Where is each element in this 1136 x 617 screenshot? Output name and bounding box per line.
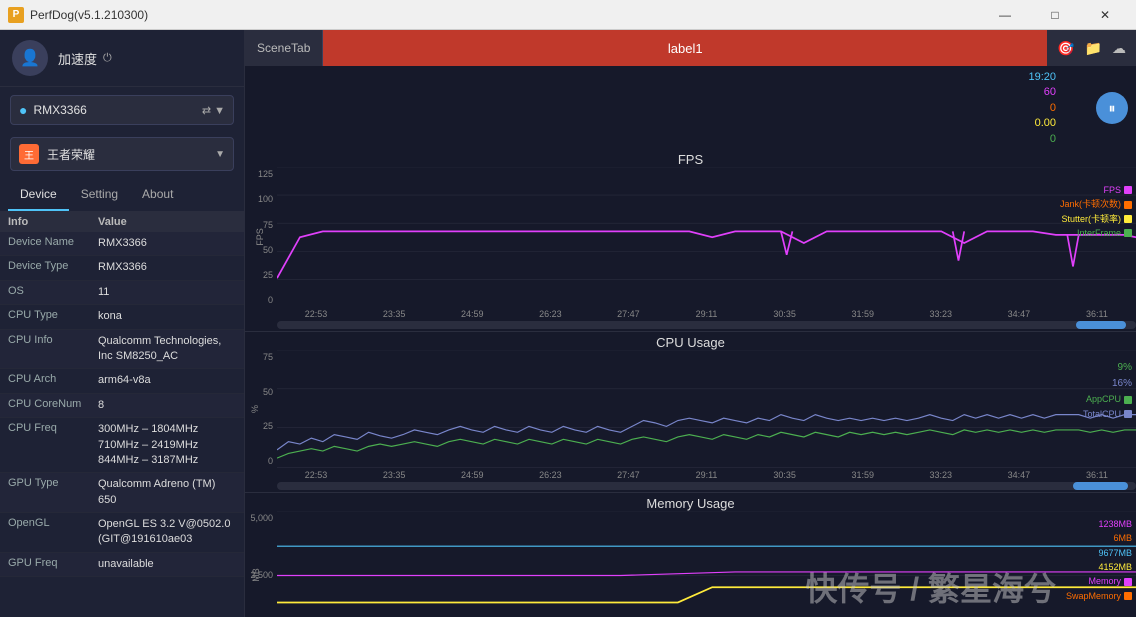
sidebar: 👤 加速度 ⏻ ● RMX3366 ⇄ ▼ 王 王者荣耀 ▼ Device Se… xyxy=(0,30,245,617)
controls-row: 19:20 60 0 0.00 0 ⏸ xyxy=(245,66,1136,149)
memory-val4: 4152MB xyxy=(1066,560,1132,574)
app-selector[interactable]: 王 王者荣耀 ▼ xyxy=(10,137,234,171)
folder-icon[interactable]: 📁 xyxy=(1085,40,1102,57)
top-bar: SceneTab label1 🎯 📁 ☁ xyxy=(245,30,1136,66)
fps-legend-fps: FPS xyxy=(1060,183,1132,197)
fps-scroll-thumb[interactable] xyxy=(1076,321,1126,329)
info-row: CPU CoreNum8 xyxy=(0,394,244,418)
cpu-chart-body: 9% 16% AppCPU TotalCPU xyxy=(277,350,1136,468)
memory-chart-container: 5,0002,5000 MB xyxy=(245,511,1136,617)
info-row: CPU Freq300MHz – 1804MHz 710MHz – 2419MH… xyxy=(0,418,244,473)
memory-legend: 1238MB 6MB 9677MB 4152MB Memory SwapMemo… xyxy=(1066,517,1132,603)
title-bar: P PerfDog(v5.1.210300) — □ ✕ xyxy=(0,0,1136,30)
info-row: GPU TypeQualcomm Adreno (TM) 650 xyxy=(0,473,244,513)
memory-axis-label: MB xyxy=(251,569,261,583)
target-icon[interactable]: 🎯 xyxy=(1057,40,1074,57)
main-container: 👤 加速度 ⏻ ● RMX3366 ⇄ ▼ 王 王者荣耀 ▼ Device Se… xyxy=(0,30,1136,617)
info-row: OpenGLOpenGL ES 3.2 V@0502.0 (GIT@191610… xyxy=(0,513,244,553)
time-value: 19:20 xyxy=(1028,70,1056,85)
fps-legend-jank: Jank(卡顿次数) xyxy=(1060,197,1132,211)
info-col-header: Info xyxy=(8,216,98,228)
tab-about[interactable]: About xyxy=(130,179,185,211)
cpu-scroll-track[interactable] xyxy=(277,482,1136,490)
memory-chart-section: Memory Usage 5,0002,5000 MB xyxy=(245,493,1136,617)
window-controls: — □ ✕ xyxy=(982,0,1128,30)
cpu-axis-label: % xyxy=(250,405,260,413)
cpu-chart-container: 7550250 % xyxy=(245,350,1136,468)
device-name: RMX3366 xyxy=(33,103,201,117)
cpu-total-stat: 16% xyxy=(1083,376,1132,392)
device-arrows-icon: ⇄ ▼ xyxy=(202,104,225,117)
pause-button[interactable]: ⏸ xyxy=(1096,92,1128,124)
cpu-legend: 9% 16% AppCPU TotalCPU xyxy=(1083,360,1132,421)
fps-scroll-track[interactable] xyxy=(277,321,1136,329)
label-bar: label1 xyxy=(323,30,1047,66)
cpu-scroll-thumb[interactable] xyxy=(1073,482,1128,490)
fps-legend-interframe: InterFrame xyxy=(1060,226,1132,240)
memory-chart-svg xyxy=(277,511,1136,617)
info-header-row: Info Value xyxy=(0,212,244,232)
val2: 0 xyxy=(1028,101,1056,116)
tab-device[interactable]: Device xyxy=(8,179,69,211)
memory-chart-title: Memory Usage xyxy=(245,493,1136,511)
info-row: CPU InfoQualcomm Technologies, Inc SM825… xyxy=(0,330,244,370)
app-chevron-icon: ▼ xyxy=(215,149,225,160)
fps-chart-svg xyxy=(277,167,1136,307)
cpu-legend-total: TotalCPU xyxy=(1083,407,1132,421)
memory-chart-body: 1238MB 6MB 9677MB 4152MB Memory SwapMemo… xyxy=(277,511,1136,617)
memory-val1: 1238MB xyxy=(1066,517,1132,531)
minimize-button[interactable]: — xyxy=(982,0,1028,30)
avatar: 👤 xyxy=(12,40,48,76)
fps-legend-stutter: Stutter(卡顿率) xyxy=(1060,212,1132,226)
tab-bar: Device Setting About xyxy=(0,179,244,212)
memory-val3: 9677MB xyxy=(1066,546,1132,560)
cpu-app-stat: 9% xyxy=(1083,360,1132,376)
top-bar-icons: 🎯 📁 ☁ xyxy=(1047,30,1136,66)
title-text: PerfDog(v5.1.210300) xyxy=(30,8,982,22)
cpu-chart-title: CPU Usage xyxy=(245,332,1136,350)
app-game-icon: 王 xyxy=(19,144,39,164)
cpu-chart-section: CPU Usage 7550250 % xyxy=(245,332,1136,493)
val3: 0.00 xyxy=(1028,116,1056,131)
cpu-legend-app: AppCPU xyxy=(1083,392,1132,406)
memory-val2: 6MB xyxy=(1066,531,1132,545)
content-area: SceneTab label1 🎯 📁 ☁ 19:20 60 0 0.00 0 … xyxy=(245,30,1136,617)
memory-y-axis: 5,0002,5000 xyxy=(245,511,277,617)
app-icon: P xyxy=(8,7,24,23)
fps-chart-body: FPS Jank(卡顿次数) Stutter(卡顿率) xyxy=(277,167,1136,307)
value-col-header: Value xyxy=(98,216,236,228)
fps-axis-label: FPS xyxy=(255,228,265,246)
info-row: CPU Typekona xyxy=(0,305,244,329)
close-button[interactable]: ✕ xyxy=(1082,0,1128,30)
device-selector[interactable]: ● RMX3366 ⇄ ▼ xyxy=(10,95,234,125)
info-table: Info Value Device NameRMX3366Device Type… xyxy=(0,212,244,617)
info-row: Device TypeRMX3366 xyxy=(0,256,244,280)
val4: 0 xyxy=(1028,132,1056,147)
app-name: 王者荣耀 xyxy=(47,146,207,163)
fps-stats: 19:20 60 0 0.00 0 xyxy=(1028,70,1056,147)
power-icon[interactable]: ⏻ xyxy=(103,52,112,65)
cpu-x-axis: 22:53 23:35 24:59 26:23 27:47 29:11 30:3… xyxy=(245,468,1136,482)
charts-area: FPS 1251007550250 FPS xyxy=(245,149,1136,617)
info-row: Device NameRMX3366 xyxy=(0,232,244,256)
fps-x-axis: 22:53 23:35 24:59 26:23 27:47 29:11 30:3… xyxy=(245,307,1136,321)
cpu-chart-svg xyxy=(277,350,1136,468)
sidebar-header: 👤 加速度 ⏻ xyxy=(0,30,244,87)
device-status-dot: ● xyxy=(19,102,27,118)
maximize-button[interactable]: □ xyxy=(1032,0,1078,30)
memory-legend-mem: Memory xyxy=(1066,574,1132,588)
info-row: CPU Archarm64-v8a xyxy=(0,369,244,393)
fps-chart-container: 1251007550250 FPS xyxy=(245,167,1136,307)
fps-legend: FPS Jank(卡顿次数) Stutter(卡顿率) xyxy=(1060,183,1132,241)
fps-value: 60 xyxy=(1028,85,1056,100)
info-row: GPU Frequnavailable xyxy=(0,553,244,577)
fps-chart-title: FPS xyxy=(245,149,1136,167)
scene-tab[interactable]: SceneTab xyxy=(245,30,323,66)
tab-setting[interactable]: Setting xyxy=(69,179,130,211)
memory-legend-swap: SwapMemory xyxy=(1066,589,1132,603)
cloud-icon[interactable]: ☁ xyxy=(1112,40,1126,57)
username: 加速度 ⏻ xyxy=(58,49,112,68)
fps-chart-section: FPS 1251007550250 FPS xyxy=(245,149,1136,332)
info-row: OS11 xyxy=(0,281,244,305)
